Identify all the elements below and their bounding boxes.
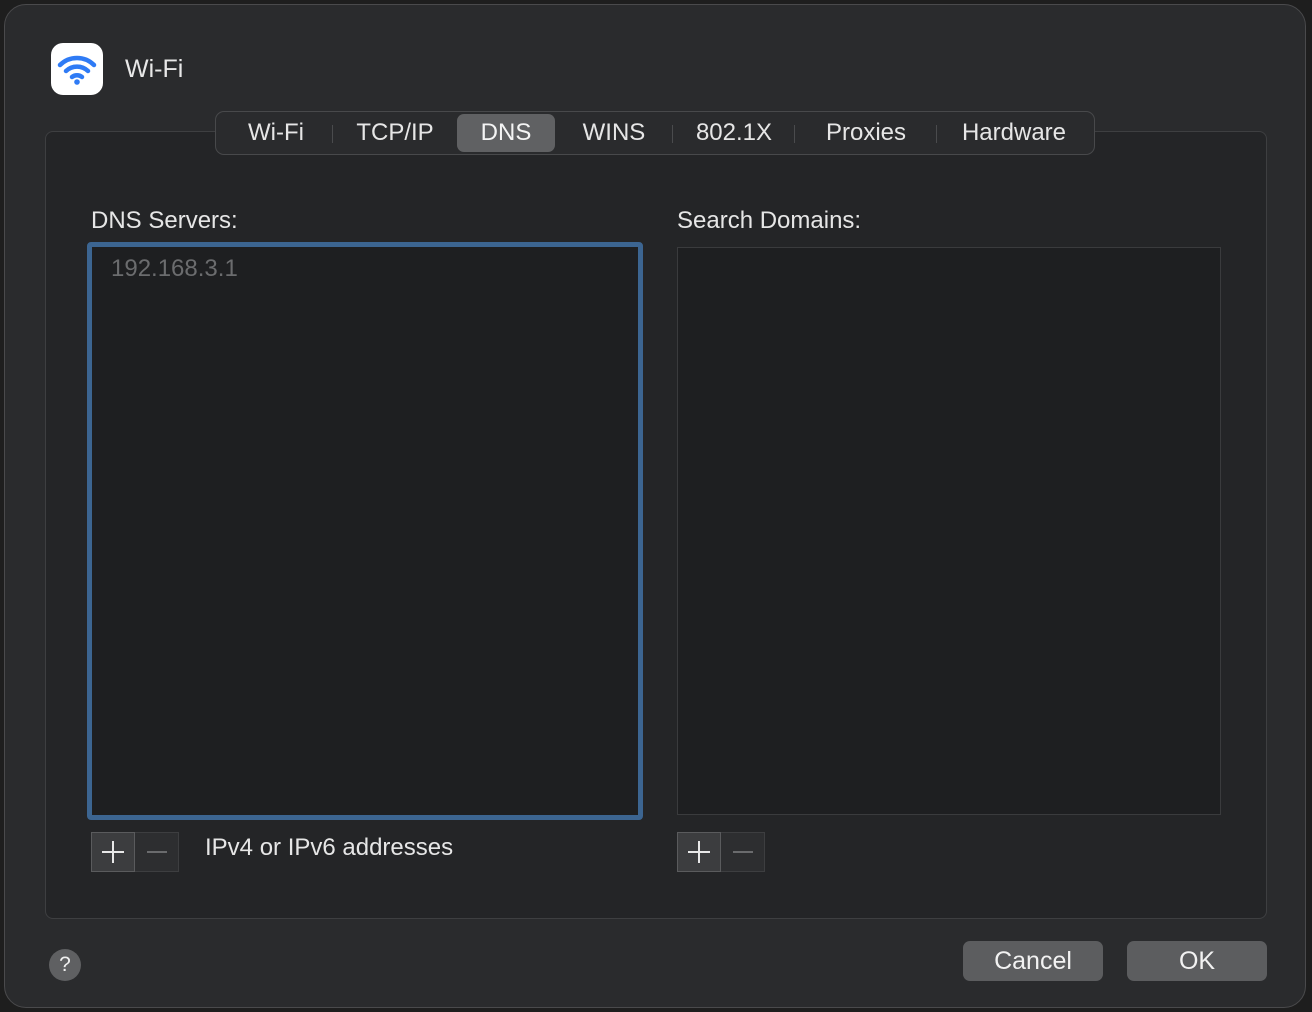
dns-servers-list[interactable]: 192.168.3.1: [87, 242, 643, 820]
tab-tcpip[interactable]: TCP/IP: [333, 114, 457, 152]
search-domains-label: Search Domains:: [677, 207, 862, 234]
minus-icon: [732, 851, 753, 853]
dns-address-hint: IPv4 or IPv6 addresses: [205, 834, 454, 861]
remove-search-domain-button[interactable]: [721, 832, 765, 872]
add-search-domain-button[interactable]: [677, 832, 721, 872]
network-settings-sheet: Wi-Fi Wi-Fi TCP/IP DNS WINS 802.1X Proxi…: [4, 4, 1306, 1008]
window-title: Wi-Fi: [125, 55, 184, 83]
add-dns-server-button[interactable]: [91, 832, 135, 872]
search-domains-controls: [677, 832, 765, 872]
minus-icon: [146, 851, 167, 853]
dns-servers-controls: [91, 832, 179, 872]
tab-dns[interactable]: DNS: [457, 114, 555, 152]
tab-proxies[interactable]: Proxies: [795, 114, 937, 152]
wifi-app-icon: [51, 43, 103, 95]
search-domains-list[interactable]: [677, 247, 1221, 815]
cancel-button[interactable]: Cancel: [963, 941, 1103, 981]
plus-icon: [102, 841, 124, 863]
dns-servers-label: DNS Servers:: [91, 207, 238, 234]
help-button[interactable]: ?: [49, 949, 81, 981]
tab-bar: Wi-Fi TCP/IP DNS WINS 802.1X Proxies Har…: [215, 111, 1095, 155]
dns-server-entry[interactable]: 192.168.3.1: [111, 255, 238, 283]
tab-hardware[interactable]: Hardware: [937, 114, 1091, 152]
remove-dns-server-button[interactable]: [135, 832, 179, 872]
tab-wins[interactable]: WINS: [555, 114, 673, 152]
tab-wifi[interactable]: Wi-Fi: [219, 114, 333, 152]
plus-icon: [688, 841, 710, 863]
ok-button[interactable]: OK: [1127, 941, 1267, 981]
tab-8021x[interactable]: 802.1X: [673, 114, 795, 152]
wifi-icon: [57, 55, 97, 85]
